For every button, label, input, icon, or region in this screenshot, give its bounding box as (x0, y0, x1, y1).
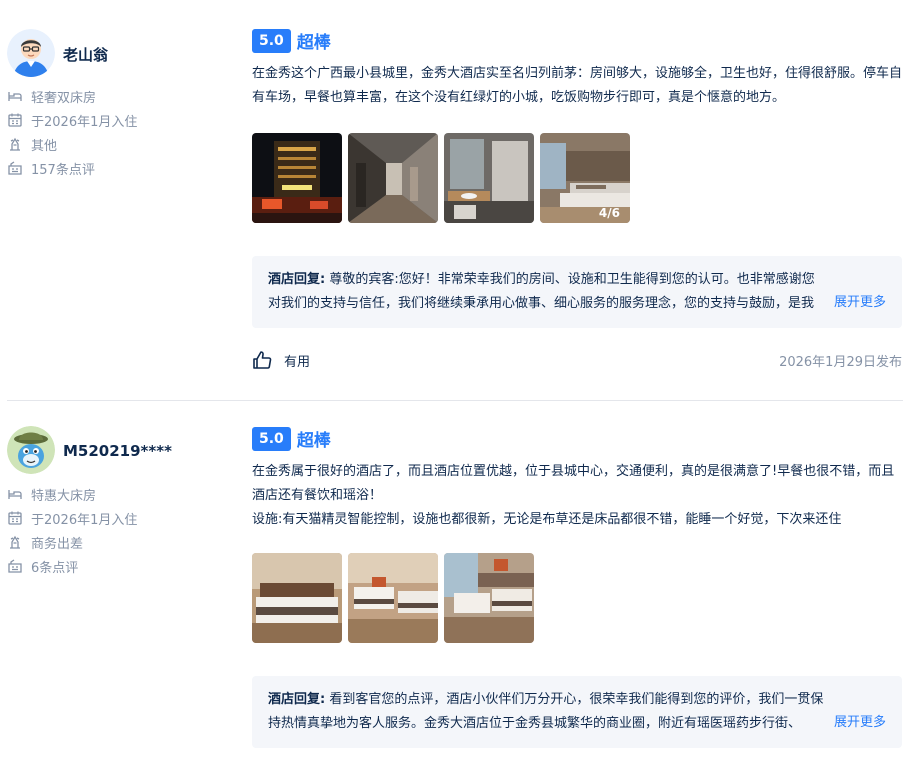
rating: 5.0 超棒 (252, 28, 331, 53)
thumbs-up-icon (253, 351, 272, 369)
trip-type-icon (10, 535, 20, 549)
review-photo[interactable] (252, 133, 342, 223)
review-text-line: 设施:有天猫精灵智能控制，设施也都很新，无论是布草还是床品都很不错，能睡一个好觉… (252, 512, 842, 527)
trip-type-icon (10, 137, 20, 151)
avatar[interactable] (7, 426, 55, 474)
bedroom-photo (252, 553, 342, 643)
review-photo[interactable] (348, 553, 438, 643)
review-text-line: 在金秀属于很好的酒店了，而且酒店位置优越，位于县城中心，交通便利，真的是很满意了… (252, 464, 895, 503)
helpful-label: 有用 (284, 354, 311, 370)
review-count: 157条点评 (7, 156, 137, 180)
bedroom-photo (444, 553, 534, 643)
review-text: 在金秀属于很好的酒店了，而且酒店位置优越，位于县城中心，交通便利，真的是很满意了… (252, 460, 902, 532)
hotel-exterior-night-photo (252, 133, 342, 223)
reply-text: 尊敬的宾客:您好！非常荣幸我们的房间、设施和卫生能得到您的认可。也非常感谢您对我… (268, 272, 815, 311)
reply-label: 酒店回复: (268, 692, 326, 707)
checkin-label: 于2026年1月入住 (31, 512, 138, 528)
review-count-label: 6条点评 (31, 560, 79, 576)
username[interactable]: 老山翁 (63, 44, 108, 65)
score-label: 超棒 (296, 431, 331, 451)
avatar[interactable] (7, 29, 55, 77)
score-badge: 5.0 (252, 426, 291, 451)
rating: 5.0 超棒 (252, 426, 331, 451)
room-type: 轻奢双床房 (7, 84, 137, 108)
bed-icon (8, 490, 22, 499)
photo-strip: 4/6 (252, 133, 630, 223)
reply-text: 看到客官您的点评，酒店小伙伴们万分开心，很荣幸我们能得到您的评价，我们一贯保持热… (268, 692, 824, 731)
trip-type-label: 其他 (31, 138, 58, 154)
review-photo[interactable] (252, 553, 342, 643)
review-count-label: 157条点评 (31, 162, 95, 178)
publish-date: 2026年1月29日发布 (779, 354, 902, 370)
checkin-date: 于2026年1月入住 (7, 506, 137, 530)
reply-text-block: 酒店回复: 尊敬的宾客:您好！非常荣幸我们的房间、设施和卫生能得到您的认可。也非… (268, 268, 886, 316)
review-text: 在金秀这个广西最小县城里，金秀大酒店实至名归列前茅：房间够大，设施够全，卫生也好… (252, 66, 903, 105)
checkin-label: 于2026年1月入住 (31, 114, 138, 130)
bedroom-photo (348, 553, 438, 643)
room-type: 特惠大床房 (7, 482, 137, 506)
bed-icon (8, 92, 22, 101)
expand-more-link[interactable]: 展开更多 (821, 291, 886, 315)
checkin-date: 于2026年1月入住 (7, 108, 137, 132)
user-avatar-illustration (7, 426, 55, 474)
review-count: 6条点评 (7, 554, 137, 578)
reply-text-block: 酒店回复: 看到客官您的点评，酒店小伙伴们万分开心，很荣幸我们能得到您的评价，我… (268, 688, 886, 736)
hotel-corridor-photo (348, 133, 438, 223)
review-photo[interactable] (444, 553, 534, 643)
trip-type-label: 商务出差 (31, 536, 84, 552)
calendar-icon (8, 113, 22, 127)
expand-more-link[interactable]: 展开更多 (821, 711, 886, 735)
user-avatar-illustration (7, 29, 55, 77)
trip-type: 其他 (7, 132, 137, 156)
score-badge: 5.0 (252, 28, 291, 53)
review-card: 老山翁 轻奢双床房 于2026年1月入住 其他 157条点评 5.0 超棒 在金… (0, 0, 908, 401)
reviewer-meta: 特惠大床房 于2026年1月入住 商务出差 6条点评 (7, 482, 137, 578)
hotel-reply: 酒店回复: 看到客官您的点评，酒店小伙伴们万分开心，很荣幸我们能得到您的评价，我… (252, 676, 902, 748)
review-footer: 有用 2026年1月29日发布 (252, 348, 902, 372)
reviewer-meta: 轻奢双床房 于2026年1月入住 其他 157条点评 (7, 84, 137, 180)
review-count-icon (8, 559, 22, 573)
trip-type: 商务出差 (7, 530, 137, 554)
review-photo[interactable] (348, 133, 438, 223)
room-type-label: 轻奢双床房 (31, 90, 97, 106)
review-card: M520219**** 特惠大床房 于2026年1月入住 商务出差 6条点评 5… (0, 402, 908, 761)
review-photo[interactable]: 4/6 (540, 133, 630, 223)
bathroom-photo (444, 133, 534, 223)
review-count-icon (8, 161, 22, 175)
reply-label: 酒店回复: (268, 272, 326, 287)
hotel-reply: 酒店回复: 尊敬的宾客:您好！非常荣幸我们的房间、设施和卫生能得到您的认可。也非… (252, 256, 902, 328)
review-photo[interactable] (444, 133, 534, 223)
photo-strip (252, 553, 534, 643)
room-type-label: 特惠大床房 (31, 488, 97, 504)
calendar-icon (8, 511, 22, 525)
helpful-button[interactable]: 有用 (252, 350, 310, 370)
review-divider (7, 400, 903, 401)
photo-count: 4/6 (598, 206, 620, 220)
score-label: 超棒 (296, 33, 331, 53)
username[interactable]: M520219**** (63, 442, 172, 460)
